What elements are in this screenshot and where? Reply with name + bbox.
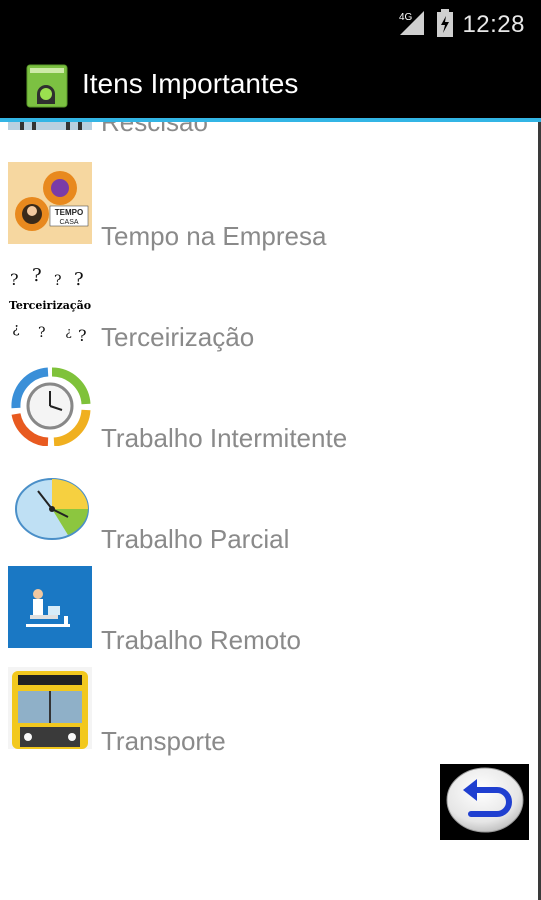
status-bar: 4G 12:28 <box>0 0 541 50</box>
list-item[interactable]: Trabalho Remoto <box>0 564 530 664</box>
list-item[interactable]: Rescisão <box>0 122 530 146</box>
svg-text:TEMPO: TEMPO <box>55 208 83 217</box>
item-label: Trabalho Intermitente <box>101 423 348 453</box>
item-label: Transporte <box>101 726 226 756</box>
svg-text:Terceirização: Terceirização <box>9 299 91 312</box>
clock-cycle-thumbnail <box>8 364 92 446</box>
svg-text:?: ? <box>32 265 42 286</box>
svg-text:?: ? <box>66 326 72 340</box>
svg-text:?: ? <box>38 325 46 341</box>
svg-text:?: ? <box>10 270 19 289</box>
svg-text:4G: 4G <box>399 12 413 23</box>
list-item[interactable]: Trabalho Parcial <box>0 463 530 563</box>
signal-icon: 4G <box>398 9 428 41</box>
item-label: Tempo na Empresa <box>101 221 327 251</box>
action-bar: Itens Importantes <box>0 50 541 122</box>
list-item[interactable]: Trabalho Intermitente <box>0 362 530 462</box>
battery-icon <box>436 9 454 41</box>
svg-text:?: ? <box>78 326 87 345</box>
svg-text:?: ? <box>12 321 20 337</box>
svg-text:?: ? <box>54 273 62 289</box>
terceirizacao-thumbnail: ? ? ? ? Terceirização ? ? ? ? <box>8 263 92 345</box>
bus-thumbnail <box>8 667 92 749</box>
status-icons: 4G 12:28 <box>398 8 525 42</box>
item-label: Terceirização <box>101 322 255 352</box>
back-arrow-icon <box>445 765 525 839</box>
partial-clock-thumbnail <box>8 465 92 547</box>
list-item[interactable]: ? ? ? ? Terceirização ? ? ? ? Terceiriza… <box>0 261 530 361</box>
item-label: Trabalho Parcial <box>101 524 290 554</box>
app-icon[interactable] <box>26 64 68 108</box>
status-time: 12:28 <box>462 11 525 38</box>
rescisao-thumbnail <box>8 122 92 130</box>
tempo-casa-thumbnail: TEMPO CASA <box>8 162 92 244</box>
item-label: Rescisão <box>101 122 208 137</box>
list-item[interactable]: Transporte <box>0 665 530 765</box>
list-item[interactable]: TEMPO CASA Tempo na Empresa <box>0 160 530 260</box>
back-button[interactable] <box>440 764 529 840</box>
remote-work-thumbnail <box>8 566 92 648</box>
svg-text:?: ? <box>74 269 84 290</box>
item-label: Trabalho Remoto <box>101 625 301 655</box>
svg-text:CASA: CASA <box>59 219 78 226</box>
app-title: Itens Importantes <box>82 68 299 99</box>
